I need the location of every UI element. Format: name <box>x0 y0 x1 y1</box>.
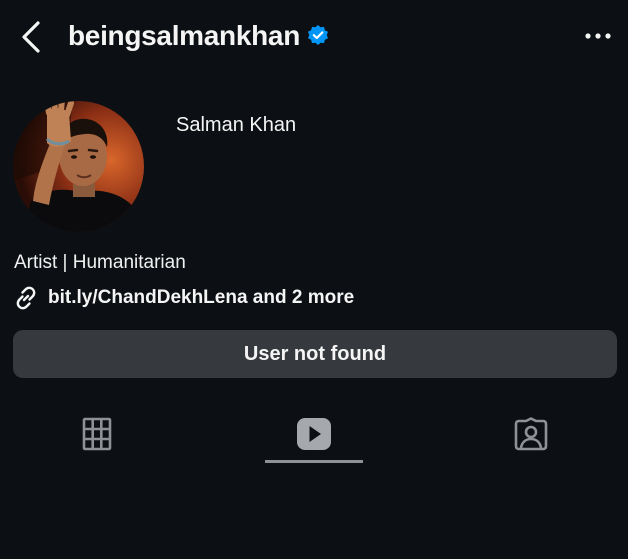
profile-photo <box>13 101 144 232</box>
grid-icon <box>82 417 112 451</box>
profile-header: beingsalmankhan <box>0 0 628 74</box>
username-text: beingsalmankhan <box>68 20 301 51</box>
link-text: bit.ly/ChandDekhLena and 2 more <box>48 287 355 308</box>
verified-badge-icon <box>308 24 329 45</box>
more-horizontal-icon <box>585 33 611 39</box>
display-name: Salman Khan <box>176 114 297 136</box>
link-icon <box>16 286 36 310</box>
back-button[interactable] <box>18 20 46 54</box>
tab-posts[interactable] <box>47 405 147 463</box>
chevron-left-icon <box>22 21 40 53</box>
tab-tagged[interactable] <box>481 405 581 463</box>
username-title: beingsalmankhan <box>68 18 330 54</box>
profile-link[interactable]: bit.ly/ChandDekhLena and 2 more <box>12 285 354 311</box>
tagged-person-icon <box>514 417 548 451</box>
more-options-button[interactable] <box>584 26 612 46</box>
profile-tabs <box>0 405 628 465</box>
user-not-found-button[interactable]: User not found <box>13 330 617 378</box>
reels-play-icon <box>297 418 331 450</box>
profile-avatar[interactable] <box>13 101 144 232</box>
tab-reels[interactable] <box>264 405 364 463</box>
profile-bio: Artist | Humanitarian <box>14 252 186 273</box>
active-tab-indicator <box>265 460 363 463</box>
